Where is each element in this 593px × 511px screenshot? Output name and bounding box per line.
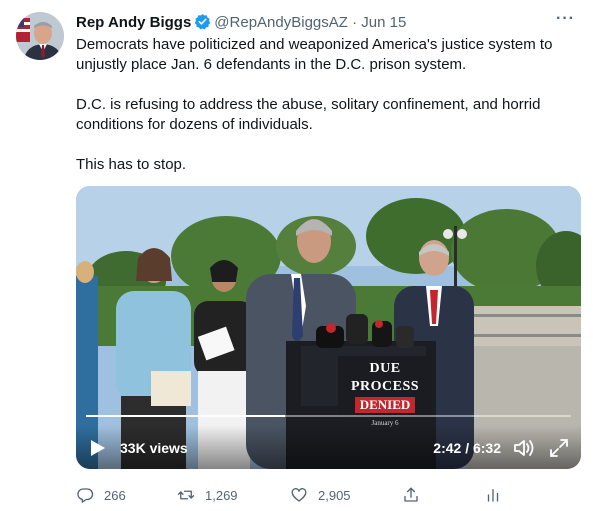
fullscreen-icon[interactable] [549,438,569,458]
play-icon[interactable] [90,439,106,457]
reply-button[interactable]: 266 [76,484,126,506]
volume-icon[interactable] [513,438,535,458]
tweet-date[interactable]: Jun 15 [361,14,406,31]
separator-dot: · [352,14,358,31]
author-handle[interactable]: @RepAndyBiggsAZ [214,14,348,31]
tweet: Rep Andy Biggs @RepAndyBiggsAZ · Jun 15 ·… [0,0,593,511]
share-button[interactable] [402,484,430,506]
retweet-count: 1,269 [205,487,238,503]
retweet-icon [177,490,195,500]
reply-icon [77,488,94,503]
sign-title: DUE PROCESS [350,361,420,394]
tweet-text: Democrats have politicized and weaponize… [76,35,576,175]
like-button[interactable]: 2,905 [290,484,351,506]
author-name[interactable]: Rep Andy Biggs [76,14,191,31]
tweet-header: Rep Andy Biggs @RepAndyBiggsAZ · Jun 15 ·… [76,10,575,33]
video-view-count: 33K views [120,440,188,456]
reply-count: 266 [104,487,126,503]
heart-icon [291,488,307,502]
share-icon [404,487,418,502]
video-timer: 2:42 / 6:32 [433,440,501,456]
tweet-paragraph: This has to stop. [76,156,187,173]
podium-sign: DUE PROCESS DENIED January 6 [338,356,432,427]
like-count: 2,905 [318,487,351,503]
video-progress-fill [86,415,285,417]
sign-denied: DENIED [354,397,416,413]
tweet-paragraph: D.C. is refusing to address the abuse, s… [76,96,541,133]
verified-badge-icon [194,13,211,30]
analytics-icon [487,489,499,502]
more-options-icon[interactable]: ··· [556,9,575,29]
video-progress-bar[interactable] [86,415,571,417]
retweet-button[interactable]: 1,269 [177,484,238,506]
analytics-button[interactable] [484,484,512,506]
avatar[interactable] [16,12,64,60]
tweet-paragraph: Democrats have politicized and weaponize… [76,36,553,73]
tweet-actions: 266 1,269 2,905 [76,484,506,506]
video-player[interactable]: DUE PROCESS DENIED January 6 33K views 2… [76,186,581,469]
